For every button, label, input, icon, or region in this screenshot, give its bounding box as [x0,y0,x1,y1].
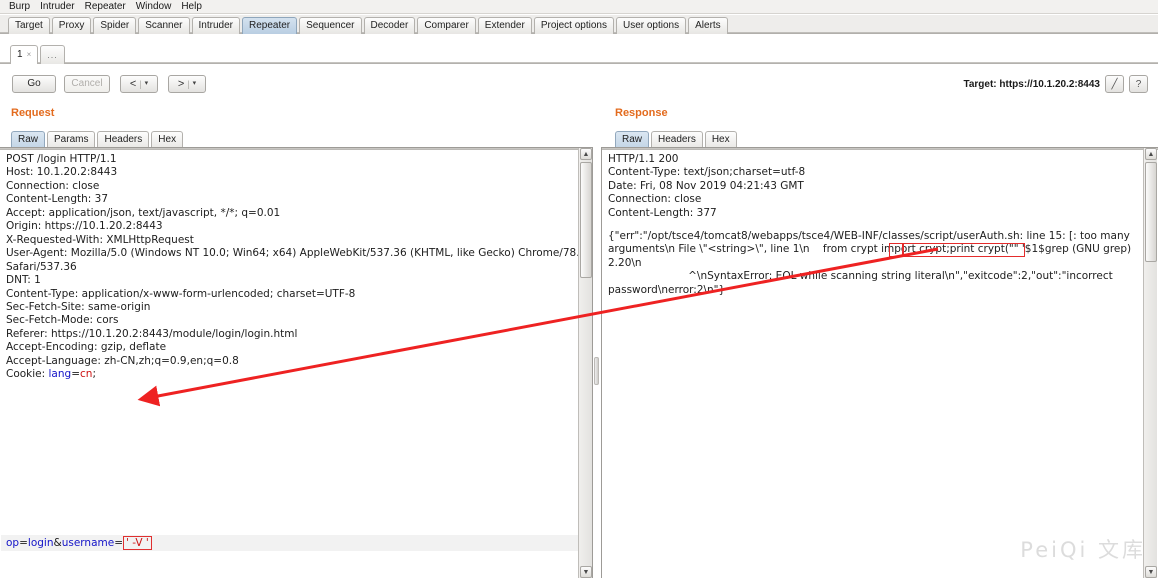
request-tab-params[interactable]: Params [47,131,95,148]
request-body-text[interactable]: op=login&username=' -V ' [6,536,152,550]
cookie-equals: = [71,368,80,380]
tab-extender[interactable]: Extender [478,17,532,34]
response-headers-text: HTTP/1.1 200 Content-Type: text/json;cha… [608,153,805,220]
response-tab-hex[interactable]: Hex [705,131,737,148]
request-headers-body: POST /login HTTP/1.1 Host: 10.1.20.2:844… [6,153,593,380]
response-scroll-thumb[interactable] [1145,162,1157,262]
request-tab-hex[interactable]: Hex [151,131,183,148]
cookie-terminator: ; [92,368,96,380]
tab-user-options[interactable]: User options [616,17,686,34]
tab-alerts[interactable]: Alerts [688,17,728,34]
menu-item-burp[interactable]: Burp [4,0,35,13]
repeater-tab-1-label: 1 [17,46,23,64]
help-button[interactable]: ? [1129,75,1148,93]
editor-top-rule [602,148,1158,150]
editor-top-rule [0,148,592,150]
button-separator: | [139,76,141,92]
chevron-down-icon[interactable]: ▾ [193,76,197,92]
tab-scanner[interactable]: Scanner [138,17,189,34]
tab-sequencer[interactable]: Sequencer [299,17,361,34]
history-back-button[interactable]: < | ▾ [120,75,158,93]
cookie-name: lang [49,368,72,380]
body-param-username-name: username [62,537,115,549]
response-tab-raw[interactable]: Raw [615,131,649,148]
menu-item-repeater[interactable]: Repeater [80,0,131,13]
scroll-up-icon[interactable]: ▲ [580,148,592,160]
cancel-button: Cancel [64,75,110,93]
chevron-down-icon[interactable]: ▾ [145,76,149,92]
splitter-grip[interactable] [594,357,599,385]
history-forward-button[interactable]: > | ▾ [168,75,206,93]
scroll-up-icon[interactable]: ▲ [1145,148,1157,160]
request-pane-title: Request [11,107,54,119]
repeater-tab-1[interactable]: 1 × [10,45,38,64]
main-tab-bar: Target Proxy Spider Scanner Intruder Rep… [0,15,1158,34]
body-param-op-value: login [28,537,54,549]
menu-bar: Burp Intruder Repeater Window Help [0,0,1158,14]
chevron-right-icon: > [178,76,184,92]
repeater-toolbar: Go Cancel < | ▾ > | ▾ Target: https://10… [0,66,1158,100]
response-editor[interactable]: HTTP/1.1 200 Content-Type: text/json;cha… [601,147,1158,578]
edit-target-button[interactable]: ╱ [1105,75,1124,93]
response-tab-headers[interactable]: Headers [651,131,703,148]
tab-comparer[interactable]: Comparer [417,17,475,34]
tab-proxy[interactable]: Proxy [52,17,92,34]
tab-decoder[interactable]: Decoder [364,17,416,34]
go-button[interactable]: Go [12,75,56,93]
cookie-value: cn [80,368,92,380]
tab-repeater[interactable]: Repeater [242,17,297,34]
repeater-tab-add[interactable]: ... [40,45,65,64]
body-param-op-equals: = [19,537,28,549]
tab-intruder[interactable]: Intruder [192,17,240,34]
body-param-username-equals: = [114,537,123,549]
response-view-tabs: Raw Headers Hex [615,130,739,148]
menu-item-window[interactable]: Window [131,0,177,13]
tab-target[interactable]: Target [8,17,50,34]
response-vertical-scrollbar[interactable]: ▲ ▼ [1143,148,1157,578]
chevron-left-icon: < [130,76,136,92]
body-param-op-name: op [6,537,19,549]
close-icon[interactable]: × [27,46,32,64]
watermark: PeiQi 文库 [1020,534,1146,564]
scroll-down-icon[interactable]: ▼ [580,566,592,578]
tab-project-options[interactable]: Project options [534,17,614,34]
response-pane-title: Response [615,107,668,119]
request-editor[interactable]: POST /login HTTP/1.1 Host: 10.1.20.2:844… [0,147,593,578]
repeater-tab-bar: 1 × ... [0,40,1158,64]
pane-splitter[interactable] [593,147,601,578]
request-scroll-thumb[interactable] [580,162,592,278]
scroll-down-icon[interactable]: ▼ [1145,566,1157,578]
injection-payload[interactable]: ' -V ' [123,536,152,550]
button-separator: | [187,76,189,92]
target-area: Target: https://10.1.20.2:8443 ╱ ? [963,75,1148,93]
response-body-text: {"err":"/opt/tsce4/tomcat8/webapps/tsce4… [608,230,1143,297]
menu-item-intruder[interactable]: Intruder [35,0,79,13]
tab-spider[interactable]: Spider [93,17,136,34]
burp-suite-window: Burp Intruder Repeater Window Help Targe… [0,0,1158,578]
body-ampersand: & [54,537,62,549]
request-tab-headers[interactable]: Headers [97,131,149,148]
menu-item-help[interactable]: Help [176,0,207,13]
target-label: Target: https://10.1.20.2:8443 [963,79,1100,90]
request-vertical-scrollbar[interactable]: ▲ ▼ [578,148,592,578]
request-tab-raw[interactable]: Raw [11,131,45,148]
request-headers-text: POST /login HTTP/1.1 Host: 10.1.20.2:844… [6,153,576,382]
request-view-tabs: Raw Params Headers Hex [11,130,185,148]
